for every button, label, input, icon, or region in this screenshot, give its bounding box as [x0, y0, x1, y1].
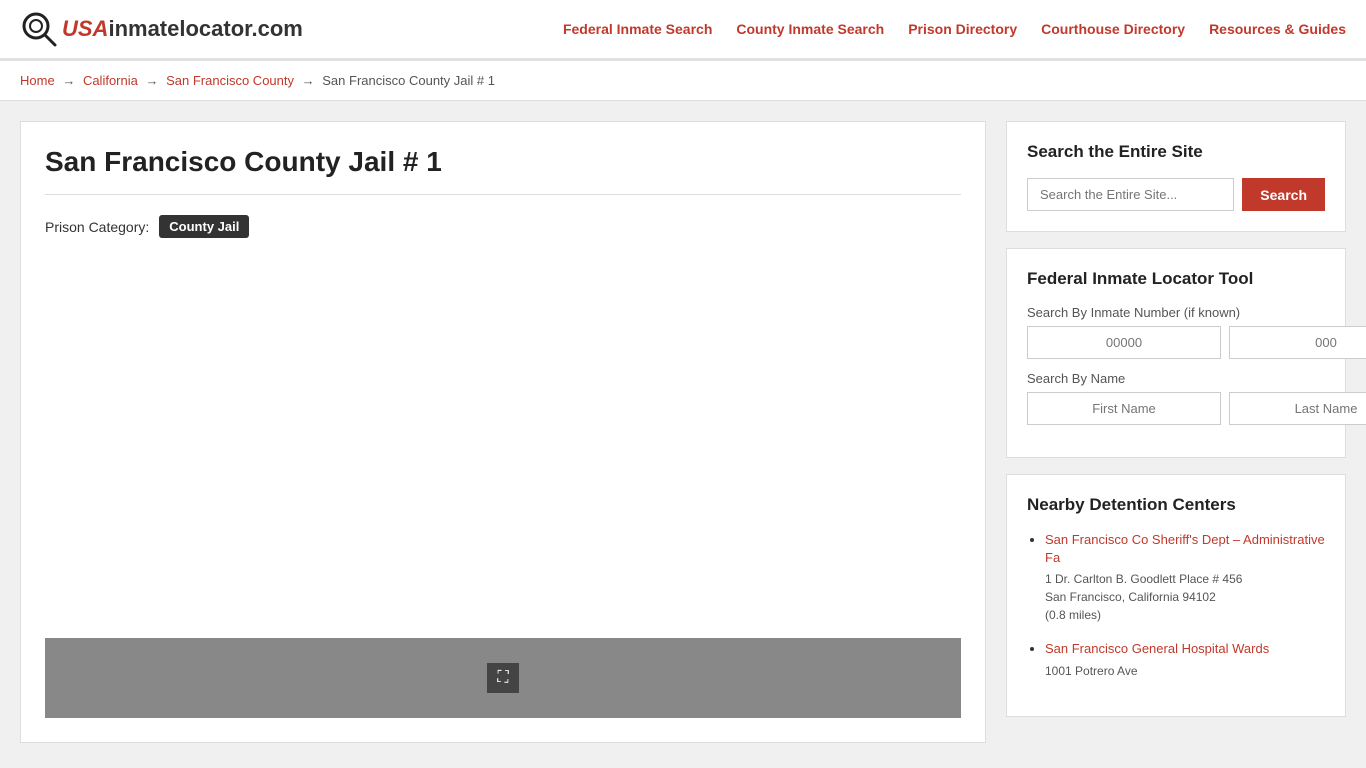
nav-federal-inmate-search[interactable]: Federal Inmate Search: [563, 21, 712, 37]
sidebar: Search the Entire Site Search Federal In…: [1006, 121, 1346, 743]
inmate-number-row: Submit: [1027, 326, 1325, 359]
list-item: San Francisco Co Sheriff's Dept – Admini…: [1045, 531, 1325, 624]
breadcrumb-county[interactable]: San Francisco County: [166, 73, 294, 88]
nearby-link-2[interactable]: San Francisco General Hospital Wards: [1045, 641, 1269, 656]
search-input[interactable]: [1027, 178, 1234, 211]
federal-section-title: Federal Inmate Locator Tool: [1027, 269, 1325, 289]
search-card: Search the Entire Site Search: [1006, 121, 1346, 232]
nearby-section-title: Nearby Detention Centers: [1027, 495, 1325, 515]
main-container: San Francisco County Jail # 1 Prison Cat…: [0, 101, 1366, 763]
content-area: San Francisco County Jail # 1 Prison Cat…: [20, 121, 986, 743]
page-title: San Francisco County Jail # 1: [45, 146, 961, 195]
search-section-title: Search the Entire Site: [1027, 142, 1325, 162]
nav-prison-directory[interactable]: Prison Directory: [908, 21, 1017, 37]
nearby-address-2: 1001 Potrero Ave: [1045, 662, 1325, 680]
main-nav: Federal Inmate Search County Inmate Sear…: [563, 21, 1346, 37]
name-search-label: Search By Name: [1027, 371, 1325, 386]
name-search-row: Submit: [1027, 392, 1325, 425]
nav-county-inmate-search[interactable]: County Inmate Search: [736, 21, 884, 37]
inmate-number-input2[interactable]: [1229, 326, 1366, 359]
prison-category-row: Prison Category: County Jail: [45, 215, 961, 238]
nav-courthouse-directory[interactable]: Courthouse Directory: [1041, 21, 1185, 37]
header: USAinmatelocator.com Federal Inmate Sear…: [0, 0, 1366, 61]
breadcrumb-arrow-3: →: [302, 73, 315, 88]
search-button[interactable]: Search: [1242, 178, 1325, 211]
map-expand-button[interactable]: ⛶: [487, 663, 518, 693]
logo[interactable]: USAinmatelocator.com: [20, 10, 303, 48]
logo-icon: [20, 10, 58, 48]
federal-locator-card: Federal Inmate Locator Tool Search By In…: [1006, 248, 1346, 458]
prison-category-badge: County Jail: [159, 215, 249, 238]
inmate-number-label: Search By Inmate Number (if known): [1027, 305, 1325, 320]
last-name-input[interactable]: [1229, 392, 1366, 425]
nav-resources-guides[interactable]: Resources & Guides: [1209, 21, 1346, 37]
logo-text: USAinmatelocator.com: [62, 16, 303, 42]
nearby-list: San Francisco Co Sheriff's Dept – Admini…: [1027, 531, 1325, 680]
prison-category-label: Prison Category:: [45, 219, 149, 235]
breadcrumb-california[interactable]: California: [83, 73, 138, 88]
first-name-input[interactable]: [1027, 392, 1221, 425]
nearby-detention-card: Nearby Detention Centers San Francisco C…: [1006, 474, 1346, 717]
breadcrumb-home[interactable]: Home: [20, 73, 55, 88]
search-row: Search: [1027, 178, 1325, 211]
breadcrumb-arrow-2: →: [145, 73, 158, 88]
map-area: ⛶: [45, 638, 961, 718]
list-item: San Francisco General Hospital Wards 100…: [1045, 640, 1325, 679]
breadcrumb: Home → California → San Francisco County…: [0, 61, 1366, 101]
breadcrumb-arrow-1: →: [62, 73, 75, 88]
breadcrumb-current: San Francisco County Jail # 1: [322, 73, 495, 88]
nearby-link-1[interactable]: San Francisco Co Sheriff's Dept – Admini…: [1045, 532, 1325, 565]
nearby-address-1: 1 Dr. Carlton B. Goodlett Place # 456 Sa…: [1045, 570, 1325, 624]
inmate-number-input1[interactable]: [1027, 326, 1221, 359]
